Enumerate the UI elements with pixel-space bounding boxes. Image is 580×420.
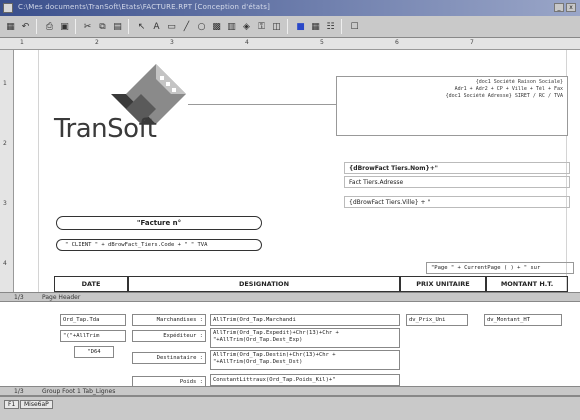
client-address-field[interactable]: Fact Tiers.Adresse xyxy=(344,176,570,188)
lock-icon[interactable]: ⚿ xyxy=(254,19,269,34)
close-button[interactable]: x xyxy=(566,3,576,12)
horizontal-ruler: 1 2 3 4 5 6 7 xyxy=(0,38,580,50)
sender-field[interactable]: AllTrim(Ord_Tap.Expedit)+Chr(13)+Chr + "… xyxy=(210,328,400,348)
sender-label: Expéditeur : xyxy=(132,330,206,342)
toolbar-separator xyxy=(287,19,288,34)
save-icon[interactable]: ▦ xyxy=(3,19,18,34)
amount-field[interactable]: dv_Montant_HT xyxy=(484,314,562,326)
image-tool-icon[interactable]: ▩ xyxy=(209,19,224,34)
app-icon[interactable] xyxy=(3,3,13,13)
ruler-number: 5 xyxy=(320,39,324,46)
align-icon[interactable]: ☷ xyxy=(323,19,338,34)
client-city-field[interactable]: {dBrowFact Tiers.Ville} + " xyxy=(344,196,570,208)
window-titlebar: C:\Mes documents\TranSoft\Etats\FACTURE.… xyxy=(0,0,580,16)
column-header-date[interactable]: DATE xyxy=(54,276,128,292)
section-index: 1/3 xyxy=(14,294,24,301)
report-page-header-area: TranSoft {doc1 Société Raison Sociale} A… xyxy=(14,50,580,292)
ole-tool-icon[interactable]: ◈ xyxy=(239,19,254,34)
invoice-title-field[interactable]: "Facture n° xyxy=(56,216,262,230)
ruler-number: 7 xyxy=(470,39,474,46)
window-title: C:\Mes documents\TranSoft\Etats\FACTURE.… xyxy=(18,3,271,11)
toolbar-separator xyxy=(341,19,342,34)
logo-text: TranSoft xyxy=(54,114,157,144)
status-bar: F1 Mise6aP xyxy=(0,396,580,420)
section-bar-page-header[interactable]: 1/3 Page Header xyxy=(0,292,580,302)
ruler-number: 2 xyxy=(3,140,7,147)
pointer-icon[interactable]: ↖ xyxy=(134,19,149,34)
label-tool-icon[interactable]: A xyxy=(149,19,164,34)
tab-layout[interactable]: Mise6aP xyxy=(20,400,53,409)
preview-icon[interactable]: ▣ xyxy=(57,19,72,34)
column-header-designation[interactable]: DESIGNATION xyxy=(128,276,400,292)
field-tool-icon[interactable]: ▭ xyxy=(164,19,179,34)
ruler-number: 6 xyxy=(395,39,399,46)
ruler-number: 4 xyxy=(245,39,249,46)
date-field[interactable]: Ord_Tap.Tda xyxy=(60,314,126,326)
company-address-box[interactable]: {doc1 Société Raison Sociale} Adr1 + Adr… xyxy=(336,76,568,136)
recipient-field[interactable]: AllTrim(Ord_Tap.Destin)+Chr(13)+Chr + "+… xyxy=(210,350,400,370)
client-code-field[interactable]: " CLIENT " + dBrowFact_Tiers.Code + " " … xyxy=(56,239,262,251)
report-detail-area: Ord_Tap.Tda "("+AllTrim "D64 Marchandise… xyxy=(14,302,580,388)
chart-tool-icon[interactable]: ▥ xyxy=(224,19,239,34)
unit-price-field[interactable]: dv_Prix_Uni xyxy=(406,314,468,326)
column-header-unit-price[interactable]: PRIX UNITAIRE xyxy=(400,276,486,292)
vertical-ruler: 1 2 3 4 xyxy=(0,50,14,292)
toolbar: ▦ ↶ ⎙ ▣ ✂ ⧉ ▤ ↖ A ▭ ╱ ○ ▩ ▥ ◈ ⚿ ◫ ■ ▦ ☷ … xyxy=(0,16,580,38)
toolbar-separator xyxy=(128,19,129,34)
recipient-label: Destinataire : xyxy=(132,352,206,364)
address-line: {doc1 Société Adresse} SIRET / RC / TVA xyxy=(445,93,563,99)
ruler-number: 2 xyxy=(95,39,99,46)
ruler-number: 3 xyxy=(170,39,174,46)
toolbar-separator xyxy=(36,19,37,34)
section-bar-group-footer[interactable]: 1/3 Group Foot 1 Tab_Lignes xyxy=(0,386,580,396)
undo-icon[interactable]: ↶ xyxy=(18,19,33,34)
layout-tool-icon[interactable]: ◫ xyxy=(269,19,284,34)
ellipse-tool-icon[interactable]: ○ xyxy=(194,19,209,34)
ref-field[interactable]: "D64 xyxy=(74,346,114,358)
toolbar-separator xyxy=(75,19,76,34)
ruler-number: 1 xyxy=(20,39,24,46)
line-tool-icon[interactable]: ╱ xyxy=(179,19,194,34)
address-line: {doc1 Société Raison Sociale} xyxy=(475,79,563,85)
minimize-button[interactable]: _ xyxy=(554,3,564,12)
section-label: Group Foot 1 Tab_Lignes xyxy=(42,388,116,395)
copy-icon[interactable]: ⧉ xyxy=(95,19,110,34)
tab-f1[interactable]: F1 xyxy=(4,400,20,409)
weight-field[interactable]: ConstantLittraux(Ord_Tap.Poids_Kil)+" xyxy=(210,374,400,386)
merchandise-label: Marchandises : xyxy=(132,314,206,326)
page-icon[interactable]: ☐ xyxy=(347,19,362,34)
client-block: {dBrowFact Tiers.Nom}+" Fact Tiers.Adres… xyxy=(344,162,570,210)
margin-line xyxy=(38,50,39,292)
paste-icon[interactable]: ▤ xyxy=(110,19,125,34)
client-name-field[interactable]: {dBrowFact Tiers.Nom}+" xyxy=(344,162,570,174)
color-palette-icon[interactable]: ■ xyxy=(293,19,308,34)
ruler-number: 4 xyxy=(3,260,7,267)
column-header-amount[interactable]: MONTANT H.T. xyxy=(486,276,568,292)
grid-icon[interactable]: ▦ xyxy=(308,19,323,34)
merchandise-field[interactable]: AllTrim(Ord_Tap.Marchandi xyxy=(210,314,400,326)
code-field[interactable]: "("+AllTrim xyxy=(60,330,126,342)
section-label: Page Header xyxy=(42,294,81,301)
cut-icon[interactable]: ✂ xyxy=(80,19,95,34)
page-number-field[interactable]: "Page " + CurrentPage ( ) + " sur xyxy=(426,262,574,274)
address-line: Adr1 + Adr2 + CP + Ville + Tél + Fax xyxy=(454,86,563,92)
ruler-number: 3 xyxy=(3,200,7,207)
print-icon[interactable]: ⎙ xyxy=(42,19,57,34)
ruler-number: 1 xyxy=(3,80,7,87)
section-index: 1/3 xyxy=(14,388,24,395)
connector-line xyxy=(188,104,336,105)
